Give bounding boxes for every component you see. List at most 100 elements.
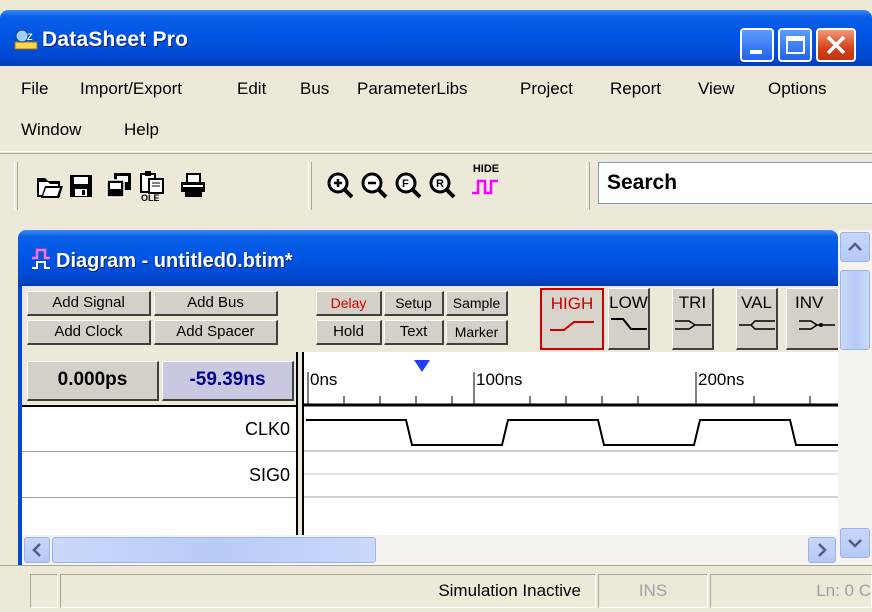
close-icon xyxy=(826,35,846,55)
scroll-up-button[interactable] xyxy=(840,232,870,262)
val-label: VAL xyxy=(741,293,772,312)
hide-label: HIDE xyxy=(472,163,500,175)
val-waveform-icon xyxy=(739,320,775,330)
ole-paste-icon[interactable]: OLE xyxy=(138,168,168,202)
ruler-label-100ns: 100ns xyxy=(476,370,522,389)
time-cursor-marker xyxy=(414,360,430,372)
menu-view[interactable]: View xyxy=(698,79,735,99)
add-bus-button[interactable]: Add Bus xyxy=(154,291,278,316)
line-column-indicator: Ln: 0 C xyxy=(710,574,872,608)
row-divider xyxy=(22,451,300,452)
chevron-up-icon xyxy=(848,242,862,251)
svg-text:F: F xyxy=(402,178,409,190)
signal-name-pane: CLK0 SIG0 xyxy=(22,405,300,535)
copy-icon[interactable] xyxy=(104,168,134,202)
tri-label: TRI xyxy=(678,293,707,312)
chevron-left-icon xyxy=(32,543,41,557)
maximize-icon xyxy=(786,36,805,54)
zoom-in-icon[interactable] xyxy=(326,168,356,202)
add-clock-button[interactable]: Add Clock xyxy=(27,320,151,345)
insert-mode-indicator: INS xyxy=(598,574,708,608)
add-signal-button[interactable]: Add Signal xyxy=(27,291,151,316)
tri-waveform-icon xyxy=(675,320,711,330)
vertical-scrollbar[interactable] xyxy=(838,230,872,565)
chevron-right-icon xyxy=(818,543,827,557)
high-waveform-icon xyxy=(550,321,594,331)
setup-button[interactable]: Setup xyxy=(384,291,444,316)
menu-bus[interactable]: Bus xyxy=(300,79,329,99)
scroll-left-button[interactable] xyxy=(24,537,50,563)
scroll-right-button[interactable] xyxy=(808,537,836,563)
minimize-icon xyxy=(750,50,762,54)
menu-project[interactable]: Project xyxy=(520,79,573,99)
text-button[interactable]: Text xyxy=(384,320,444,345)
print-icon[interactable] xyxy=(178,168,208,202)
status-panel-empty xyxy=(30,574,58,608)
title-bar[interactable]: Z DataSheet Pro xyxy=(0,10,872,66)
menu-report[interactable]: Report xyxy=(610,79,661,99)
chevron-down-icon xyxy=(848,539,862,548)
diagram-title-bar[interactable]: Diagram - untitled0.btim* xyxy=(18,230,838,286)
svg-text:Z: Z xyxy=(27,32,33,42)
low-label: LOW xyxy=(609,293,648,312)
high-label: HIGH xyxy=(550,294,594,313)
hide-waveform-button[interactable]: HIDE xyxy=(466,164,506,198)
delay-button[interactable]: Delay xyxy=(316,291,382,316)
marker-button[interactable]: Marker xyxy=(446,320,508,345)
menu-help[interactable]: Help xyxy=(124,120,159,140)
clk0-waveform xyxy=(306,419,838,446)
save-disk-icon[interactable] xyxy=(66,168,96,202)
signal-name-sig0[interactable]: SIG0 xyxy=(249,465,290,486)
add-spacer-button[interactable]: Add Spacer xyxy=(154,320,278,345)
vertical-scroll-thumb[interactable] xyxy=(840,270,870,350)
close-button[interactable] xyxy=(816,28,856,62)
app-icon: Z xyxy=(14,29,38,50)
delta-time-readout[interactable]: -59.39ns xyxy=(162,361,294,401)
horizontal-scroll-thumb[interactable] xyxy=(52,537,376,563)
scroll-down-button[interactable] xyxy=(840,528,870,558)
simulation-status: Simulation Inactive xyxy=(60,574,596,608)
menu-file[interactable]: File xyxy=(21,79,48,99)
waveform-canvas: 0ns 100ns 200ns xyxy=(304,360,838,498)
horizontal-scrollbar[interactable] xyxy=(22,535,838,565)
search-input[interactable]: Search xyxy=(598,162,872,204)
menu-import-export[interactable]: Import/Export xyxy=(80,79,182,99)
open-folder-icon[interactable] xyxy=(34,168,64,202)
val-button[interactable]: VAL xyxy=(736,288,778,350)
menu-parameterlibs[interactable]: ParameterLibs xyxy=(357,79,468,99)
zoom-range-icon[interactable]: R xyxy=(428,168,458,202)
time-ruler: 0ns 100ns 200ns xyxy=(304,360,838,407)
toolbar-grip[interactable] xyxy=(14,162,18,210)
hold-button[interactable]: Hold xyxy=(316,320,382,345)
maximize-button[interactable] xyxy=(778,28,812,62)
menu-options[interactable]: Options xyxy=(768,79,827,99)
menu-edit[interactable]: Edit xyxy=(237,79,266,99)
signal-name-clk0[interactable]: CLK0 xyxy=(245,419,290,440)
cursor-time-readout[interactable]: 0.000ps xyxy=(27,361,159,401)
row-divider xyxy=(22,497,300,498)
zoom-full-icon[interactable]: F xyxy=(394,168,424,202)
zoom-out-icon[interactable] xyxy=(360,168,390,202)
app-title: DataSheet Pro xyxy=(42,28,189,51)
menu-bar: File Import/Export Edit Bus ParameterLib… xyxy=(0,66,872,152)
inv-button[interactable]: INV xyxy=(786,288,838,350)
pane-splitter[interactable] xyxy=(296,352,304,535)
minimize-button[interactable] xyxy=(740,28,774,62)
inv-waveform-icon xyxy=(798,320,835,330)
ruler-label-200ns: 200ns xyxy=(698,370,744,389)
tri-button[interactable]: TRI xyxy=(672,288,714,350)
low-waveform-icon xyxy=(611,318,647,330)
svg-text:OLE: OLE xyxy=(141,193,160,202)
svg-text:R: R xyxy=(436,178,444,190)
waveform-pane[interactable]: 0ns 100ns 200ns xyxy=(304,352,838,535)
diagram-title: Diagram - untitled0.btim* xyxy=(56,250,293,272)
low-button[interactable]: LOW xyxy=(608,288,650,350)
menu-window[interactable]: Window xyxy=(21,120,81,140)
ruler-label-0ns: 0ns xyxy=(310,370,337,389)
toolbar-grip[interactable] xyxy=(586,162,590,210)
toolbar-grip[interactable] xyxy=(308,162,312,210)
sample-button[interactable]: Sample xyxy=(446,291,508,316)
status-bar: Simulation Inactive INS Ln: 0 C xyxy=(0,565,872,612)
diagram-icon xyxy=(32,248,50,269)
high-button[interactable]: HIGH xyxy=(540,288,604,350)
